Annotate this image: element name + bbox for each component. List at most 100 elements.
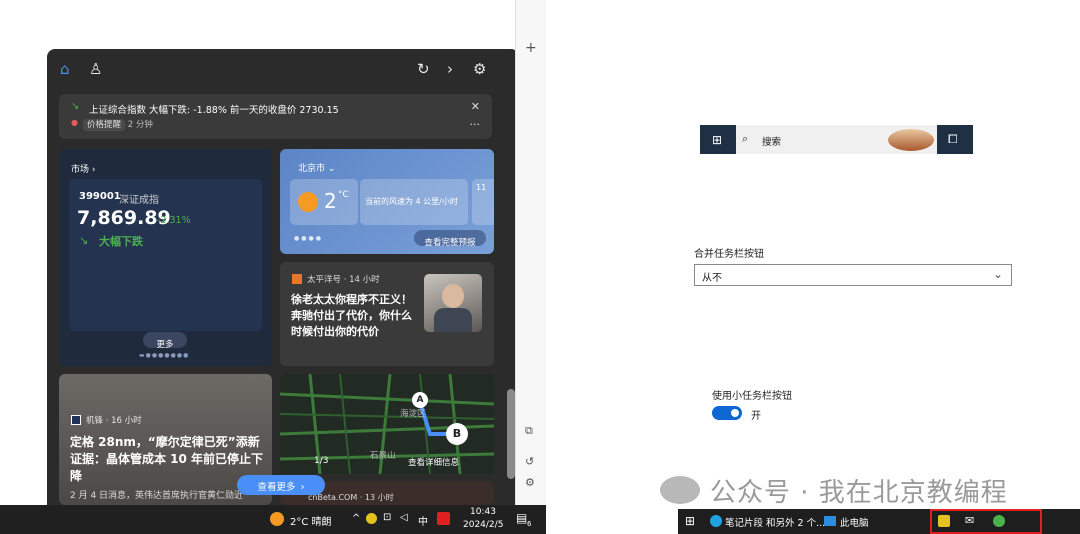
scroll-thumb[interactable] bbox=[507, 389, 515, 479]
small-buttons-value: 开 bbox=[751, 411, 761, 422]
alert-meta: 价格提醒 2 分钟 bbox=[83, 118, 153, 131]
stock-change: -2.31% bbox=[157, 215, 191, 226]
news-headline: 徐老太太你程序不正义！奔驰付出了代价，你什么时候付出你的代价 bbox=[291, 293, 412, 338]
wechat-icon bbox=[660, 476, 700, 504]
notification-count: 6 bbox=[527, 520, 532, 528]
more-button[interactable]: 更多 bbox=[143, 332, 187, 350]
highlight-box bbox=[930, 509, 1042, 534]
user-puzzle-icon[interactable]: ♙ bbox=[89, 60, 102, 78]
screenshot-icon[interactable]: ⧉ bbox=[525, 424, 533, 438]
next-tile: 11 bbox=[472, 179, 494, 225]
combine-dropdown[interactable]: 从不 ⌄ bbox=[694, 264, 1012, 286]
notification-icon[interactable]: ▤ bbox=[516, 511, 527, 525]
market-card[interactable]: 市场 › 399001 深证成指 7,869.89 -2.31% ↘ 大幅下跌 … bbox=[59, 149, 272, 366]
clock-time[interactable]: 10:43 bbox=[470, 507, 496, 517]
stock-code: 399001 bbox=[79, 191, 121, 202]
alert-tag: 价格提醒 bbox=[83, 119, 126, 131]
weather-city[interactable]: 北京市 ⌄ bbox=[298, 161, 335, 174]
chevron-right-icon: › bbox=[300, 482, 305, 493]
weather-unit: °C bbox=[338, 190, 349, 200]
alert-time: 2 分钟 bbox=[127, 120, 153, 130]
small-buttons-label: 使用小任务栏按钮 bbox=[712, 391, 792, 402]
market-header[interactable]: 市场 › bbox=[71, 162, 95, 175]
widgets-toolbar: ⌂ ♙ ↻ › ⚙ bbox=[47, 49, 519, 89]
taskbar-left: 2°C 晴朗 ^ ⊡ ◁ 中 10:43 2024/2/5 ▤ 6 bbox=[0, 505, 546, 534]
watermark-text: 公众号 · 我在北京教编程 bbox=[710, 478, 1008, 508]
full-forecast-button[interactable]: 查看完整预报 bbox=[414, 230, 486, 248]
source-logo-icon bbox=[71, 415, 81, 425]
weather-desc: 当前的风速为 4 公里/小时 bbox=[365, 197, 458, 206]
network-icon[interactable]: ⊡ bbox=[383, 512, 391, 523]
sogou-icon[interactable] bbox=[437, 512, 450, 525]
map-place-1: 海淀区 bbox=[400, 409, 426, 419]
browser-sidebar: + ⧉ ↺ ⚙ bbox=[515, 0, 546, 505]
small-buttons-toggle[interactable] bbox=[712, 406, 742, 420]
search-placeholder[interactable]: 搜索 bbox=[762, 134, 781, 148]
ime-indicator[interactable]: 中 bbox=[418, 513, 428, 528]
search-highlight-image bbox=[888, 129, 934, 151]
map-detail-link[interactable]: 查看详细信息 bbox=[408, 456, 459, 468]
tray-app-icon[interactable] bbox=[366, 513, 377, 524]
pager-dots: ▬●●●●●●● bbox=[139, 352, 190, 359]
taskbar-search-preview: ⊞ ⌕ 搜索 ⧠ bbox=[700, 125, 973, 154]
news-source: 机锋 · 16 小时 bbox=[86, 416, 142, 426]
search-icon: ⌕ bbox=[742, 132, 749, 145]
next-temp: 11 bbox=[476, 183, 487, 192]
news-summary: 2 月 4 日消息，英伟达首席执行官黄仁勋近 bbox=[70, 491, 244, 501]
map-marker-b: B bbox=[446, 423, 468, 445]
volume-icon[interactable]: ◁ bbox=[400, 512, 408, 523]
taskbar-weather[interactable]: 2°C 晴朗 bbox=[290, 513, 332, 528]
combine-value: 从不 bbox=[702, 273, 722, 284]
wind-tile: 当前的风速为 4 公里/小时 bbox=[360, 179, 468, 225]
start-button[interactable]: ⊞ bbox=[700, 125, 736, 154]
trend-down-icon: ↘ bbox=[71, 101, 80, 112]
taskbar-app-edge[interactable]: 笔记片段 和另外 2 个... bbox=[725, 515, 825, 529]
dot-icon: ● bbox=[71, 118, 78, 127]
news-headline: 定格 28nm，“摩尔定律已死”添新证据：晶体管成本 10 年前已停止下降 bbox=[70, 435, 264, 483]
more-options-icon[interactable]: ··· bbox=[470, 118, 481, 131]
portrait-face bbox=[442, 284, 464, 308]
source-logo-icon bbox=[292, 274, 302, 284]
map-marker-a: A bbox=[412, 392, 428, 408]
pager-dots: ●●●● bbox=[294, 235, 323, 242]
stock-alert-notification[interactable]: ↘ 上证综合指数 大幅下跌: -1.88% 前一天的收盘价 2730.15 ● … bbox=[59, 94, 492, 139]
toggle-knob bbox=[731, 409, 739, 417]
alert-title: 上证综合指数 大幅下跌: -1.88% 前一天的收盘价 2730.15 bbox=[89, 105, 339, 116]
clock-date[interactable]: 2024/2/5 bbox=[463, 520, 503, 530]
refresh-icon[interactable]: ↻ bbox=[417, 60, 430, 78]
task-view-button[interactable]: ⧠ bbox=[937, 125, 973, 154]
sun-icon bbox=[298, 192, 318, 212]
gear-icon[interactable]: ⚙ bbox=[473, 60, 486, 78]
news-thumbnail bbox=[424, 274, 482, 332]
taskbar-app-explorer[interactable]: 此电脑 bbox=[840, 515, 869, 529]
sun-icon[interactable] bbox=[270, 512, 284, 526]
home-icon[interactable]: ⌂ bbox=[60, 60, 70, 78]
traffic-map-card[interactable]: 海淀区 石景山 A B 1/3 查看详细信息 bbox=[280, 374, 494, 474]
computer-icon[interactable] bbox=[824, 516, 836, 526]
windows-logo-icon: ⊞ bbox=[712, 133, 723, 147]
weather-temp: 2 bbox=[324, 189, 337, 213]
screenshot-root: ⌂ ♙ ↻ › ⚙ ↘ 上证综合指数 大幅下跌: -1.88% 前一天的收盘价 … bbox=[0, 0, 1080, 534]
chevron-up-icon[interactable]: ^ bbox=[352, 513, 360, 524]
stock-status: 大幅下跌 bbox=[99, 235, 143, 248]
see-more-button[interactable]: 查看更多 › bbox=[237, 475, 325, 495]
temp-tile: 2 °C bbox=[290, 179, 358, 225]
stock-tile[interactable]: 399001 深证成指 7,869.89 -2.31% ↘ 大幅下跌 bbox=[69, 179, 262, 331]
stock-name: 深证成指 bbox=[119, 195, 159, 206]
refresh-icon[interactable]: ↺ bbox=[525, 455, 534, 468]
news-source: cnBeta.COM · 13 小时 bbox=[308, 493, 394, 502]
edge-icon[interactable] bbox=[710, 515, 722, 527]
chevron-right-icon[interactable]: › bbox=[447, 60, 453, 78]
task-view-icon: ⧠ bbox=[948, 132, 958, 146]
news-card-1[interactable]: 太平洋号 · 14 小时 徐老太太你程序不正义！奔驰付出了代价，你什么时候付出你… bbox=[280, 262, 494, 366]
widgets-panel: ⌂ ♙ ↻ › ⚙ ↘ 上证综合指数 大幅下跌: -1.88% 前一天的收盘价 … bbox=[47, 49, 519, 505]
weather-card[interactable]: 北京市 ⌄ 2 °C 当前的风速为 4 公里/小时 11 ●●●● 查看完整预报 bbox=[280, 149, 494, 254]
portrait-body bbox=[434, 308, 472, 332]
add-icon[interactable]: + bbox=[525, 40, 537, 56]
map-pager: 1/3 bbox=[314, 456, 329, 466]
windows-logo-icon[interactable]: ⊞ bbox=[685, 514, 695, 528]
close-icon[interactable]: ✕ bbox=[471, 100, 480, 113]
trend-down-icon: ↘ bbox=[79, 234, 89, 247]
settings-icon[interactable]: ⚙ bbox=[525, 476, 535, 489]
combine-label: 合并任务栏按钮 bbox=[694, 249, 764, 260]
